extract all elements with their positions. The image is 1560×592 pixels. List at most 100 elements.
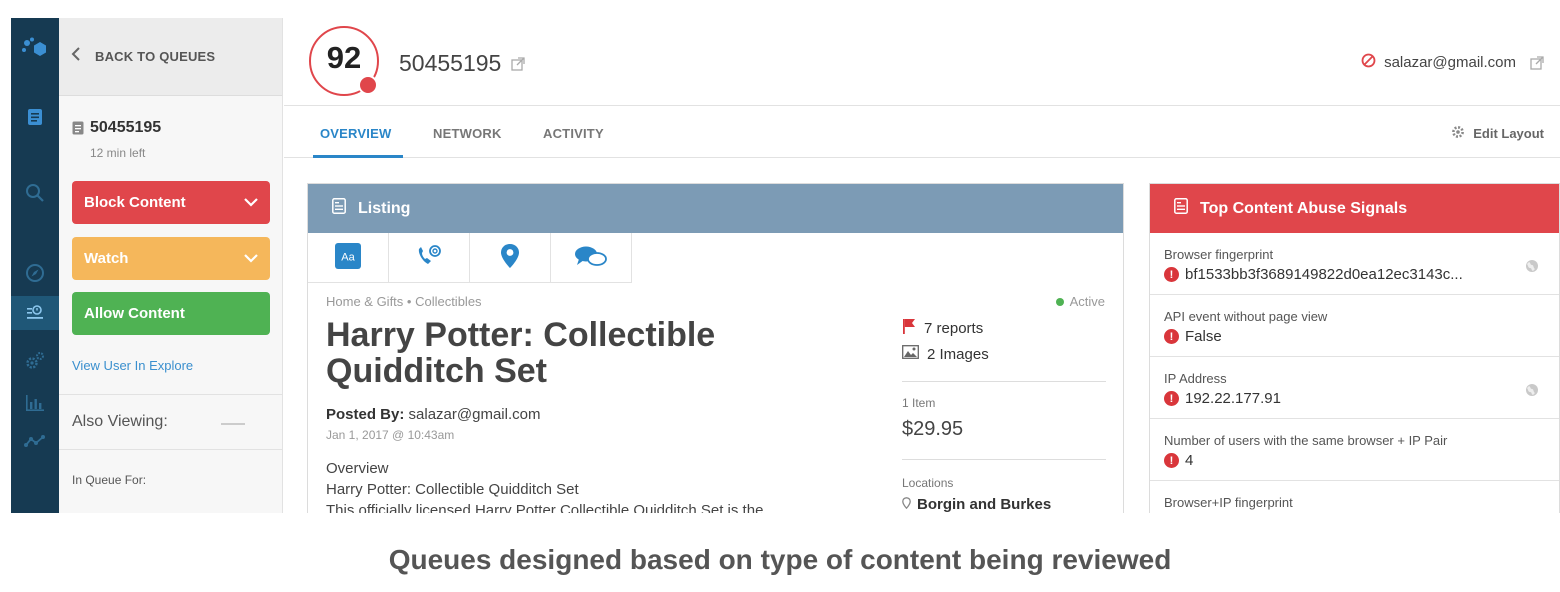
alert-icon: !: [1164, 391, 1179, 406]
status-dot: [1055, 297, 1064, 306]
reports-text: 7 reports: [924, 319, 984, 337]
signal-value: ! False: [1164, 328, 1222, 345]
signal-row[interactable]: IP Address ! 192.22.177.91: [1150, 357, 1559, 419]
listing-heading: Listing: [358, 199, 411, 217]
signal-label: IP Address: [1164, 371, 1227, 386]
watch-label: Watch: [84, 250, 129, 267]
alert-icon: !: [1164, 329, 1179, 344]
signal-value: ! 192.22.177.91: [1164, 390, 1281, 407]
chevron-down-icon[interactable]: [244, 194, 258, 211]
nav-rail: [11, 18, 59, 513]
status-badge: Active: [1055, 294, 1105, 309]
images-count[interactable]: 2 Images: [902, 345, 989, 363]
user-email-header: salazar@gmail.com: [1361, 53, 1544, 72]
time-left: 12 min left: [90, 146, 146, 160]
alert-icon: !: [1164, 267, 1179, 282]
signal-value: ! 4: [1164, 452, 1193, 469]
app-window: BACK TO QUEUES 50455195 12 min left Bloc…: [11, 18, 1560, 513]
back-to-queues-button[interactable]: BACK TO QUEUES: [59, 18, 282, 96]
image-icon: [902, 345, 919, 363]
tab-activity[interactable]: ACTIVITY: [543, 126, 604, 141]
contact-icon: [415, 243, 443, 274]
globe-icon[interactable]: [1525, 259, 1539, 278]
compass-icon[interactable]: [11, 256, 59, 290]
posted-by: Posted By: salazar@gmail.com: [326, 406, 540, 423]
queue-panel: BACK TO QUEUES 50455195 12 min left Bloc…: [59, 18, 283, 513]
chat-bubbles-icon: [574, 244, 608, 273]
signal-row[interactable]: Browser+IP fingerprint: [1150, 481, 1559, 513]
tab-network[interactable]: NETWORK: [433, 126, 502, 141]
bar-chart-icon[interactable]: [11, 386, 59, 420]
signals-heading: Top Content Abuse Signals: [1200, 199, 1408, 217]
signal-label: Number of users with the same browser + …: [1164, 433, 1448, 448]
document-icon[interactable]: [11, 100, 59, 134]
svg-text:Aa: Aa: [341, 251, 355, 263]
also-viewing-section: Also Viewing:: [59, 394, 282, 450]
view-user-in-explore-link[interactable]: View User In Explore: [72, 358, 193, 373]
chevron-left-icon: [71, 47, 81, 66]
watch-button[interactable]: Watch: [72, 237, 270, 280]
overview-body: This officially licensed Harry Potter Co…: [326, 502, 764, 513]
gears-icon[interactable]: [11, 344, 59, 378]
location-pin-icon: [500, 243, 520, 274]
item-id-header: 50455195: [399, 50, 525, 77]
posted-by-label: Posted By:: [326, 406, 405, 423]
edit-layout-button[interactable]: Edit Layout: [1451, 125, 1544, 142]
listing-header: Listing: [308, 184, 1123, 233]
location-value[interactable]: Borgin and Burkes: [902, 496, 1051, 513]
listing-title: Harry Potter: Collectible Quidditch Set: [326, 316, 716, 390]
queue-item-id-text: 50455195: [90, 119, 162, 136]
block-content-button[interactable]: Block Content: [72, 181, 270, 224]
chevron-down-icon[interactable]: [244, 250, 258, 267]
location-text: Borgin and Burkes: [917, 496, 1052, 513]
also-viewing-empty-indicator: [221, 423, 245, 425]
signal-value-text: bf1533bb3f3689149822d0ea12ec3143c...: [1185, 266, 1463, 283]
listing-tab-location[interactable]: [470, 233, 551, 283]
globe-icon[interactable]: [1525, 383, 1539, 402]
posted-by-value[interactable]: salazar@gmail.com: [409, 406, 541, 423]
location-pin-icon: [902, 496, 911, 513]
logo-icon[interactable]: [11, 34, 59, 68]
caption: Queues designed based on type of content…: [388, 544, 1172, 575]
allow-content-button[interactable]: Allow Content: [72, 292, 270, 335]
overview-heading: Overview: [326, 460, 389, 477]
score-alert-dot: [358, 75, 378, 95]
listing-tab-text[interactable]: Aa: [308, 233, 389, 283]
text-icon: Aa: [335, 242, 361, 274]
listing-icon-tabs: Aa: [308, 233, 632, 283]
in-queue-for-label: In Queue For:: [72, 473, 147, 487]
allow-content-label: Allow Content: [84, 305, 185, 322]
search-icon[interactable]: [11, 176, 59, 210]
signal-label: API event without page view: [1164, 309, 1328, 324]
signal-row[interactable]: Number of users with the same browser + …: [1150, 419, 1559, 481]
tab-bar: OVERVIEW NETWORK ACTIVITY Edit Layout: [284, 105, 1560, 158]
quantity: 1 Item: [902, 396, 936, 410]
signal-value-text: 192.22.177.91: [1185, 390, 1281, 407]
breadcrumb[interactable]: Home & Gifts • Collectibles: [326, 294, 482, 309]
signal-row[interactable]: Browser fingerprint ! bf1533bb3f36891498…: [1150, 233, 1559, 295]
images-text: 2 Images: [927, 345, 989, 363]
external-link-icon[interactable]: [511, 50, 525, 77]
risk-score: 92: [326, 40, 362, 75]
tab-overview[interactable]: OVERVIEW: [320, 126, 391, 141]
active-tab-indicator: [313, 155, 403, 158]
user-email-text[interactable]: salazar@gmail.com: [1384, 54, 1516, 71]
signal-value-text: False: [1185, 328, 1222, 345]
flag-icon: [902, 318, 916, 338]
locations-label: Locations: [902, 476, 954, 490]
alert-icon: !: [1164, 453, 1179, 468]
price: $29.95: [902, 418, 964, 440]
overview-title: Harry Potter: Collectible Quidditch Set: [326, 481, 579, 498]
divider: [902, 381, 1106, 382]
divider: [902, 459, 1106, 460]
block-content-label: Block Content: [84, 194, 186, 211]
listing-tab-messages[interactable]: [551, 233, 632, 283]
reports-count[interactable]: 7 reports: [902, 318, 983, 338]
listing-tab-contact[interactable]: [389, 233, 470, 283]
signal-value: ! bf1533bb3f3689149822d0ea12ec3143c...: [1164, 266, 1463, 283]
queue-icon[interactable]: [11, 296, 59, 330]
abuse-signals-card: Top Content Abuse Signals Browser finger…: [1149, 183, 1560, 513]
external-link-icon[interactable]: [1530, 55, 1544, 70]
signal-row[interactable]: API event without page view ! False: [1150, 295, 1559, 357]
network-icon[interactable]: [11, 424, 59, 458]
